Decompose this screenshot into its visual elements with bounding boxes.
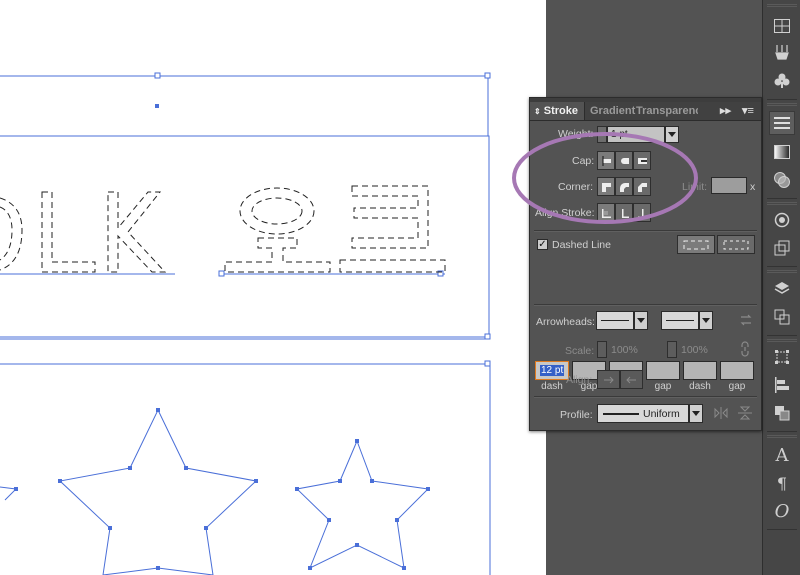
align-outside-icon[interactable] [633, 203, 651, 222]
weight-input[interactable]: 1 pt [607, 126, 665, 143]
opentype-icon[interactable]: O [769, 499, 795, 523]
end-scale-stepper[interactable] [667, 341, 677, 358]
panel-menu-icon[interactable]: ▾≡ [742, 102, 754, 120]
limit-input[interactable] [711, 177, 747, 194]
round-join-icon[interactable] [615, 177, 633, 196]
selection-handle [484, 72, 491, 79]
stroke-panel-icon[interactable] [769, 111, 795, 135]
align-center-icon[interactable] [597, 203, 615, 222]
tab-stroke[interactable]: ⇕ Stroke [530, 102, 586, 120]
artwork [0, 72, 491, 575]
align-label: Align: [566, 374, 593, 386]
corner-label: Corner: [558, 181, 594, 193]
dash-label: dash [689, 381, 711, 392]
start-arrowhead-dropdown[interactable] [634, 311, 648, 330]
stars [0, 408, 430, 575]
round-cap-icon[interactable] [615, 151, 633, 170]
align-stroke-label: Align Stroke: [535, 207, 595, 219]
tab-transparency[interactable]: Transparency [636, 102, 698, 120]
selection-handle [154, 72, 161, 79]
dash-3-input[interactable] [683, 361, 717, 380]
bevel-join-icon[interactable] [633, 177, 651, 196]
dashed-line-label: Dashed Line [552, 239, 611, 251]
extend-arrow-tip-icon[interactable] [597, 370, 620, 389]
star-anchor-points [14, 408, 430, 570]
large-star [58, 408, 258, 575]
weight-label: Weight: [558, 128, 594, 140]
graphic-styles-icon[interactable] [769, 236, 795, 260]
dashed-text [0, 185, 446, 273]
arrow-align-buttons [597, 370, 643, 389]
end-arrowhead-dropdown[interactable] [699, 311, 713, 330]
appearance-icon[interactable] [769, 208, 795, 232]
partial-star [0, 486, 18, 501]
align-icon[interactable] [769, 373, 795, 397]
text-frame [0, 135, 490, 338]
tab-gradient[interactable]: Gradient [590, 102, 635, 120]
swap-arrowheads-icon[interactable] [739, 313, 753, 330]
brushes-icon[interactable] [769, 40, 795, 64]
butt-cap-icon[interactable] [597, 151, 615, 170]
align-dash-icon[interactable] [717, 235, 755, 254]
gap-3-input[interactable] [720, 361, 754, 380]
center-point [155, 104, 159, 108]
align-inside-icon[interactable] [615, 203, 633, 222]
link-scale-icon[interactable] [737, 341, 753, 360]
end-arrowhead-select[interactable] [661, 311, 699, 330]
preserve-dash-icon[interactable] [677, 235, 715, 254]
panel-tab-bar: ⇕ Stroke Gradient Transparency ▸▸ ▾≡ [530, 102, 761, 121]
align-stroke-buttons [597, 203, 651, 222]
dash-label: dash [541, 381, 563, 392]
end-scale-value[interactable]: 100% [681, 344, 708, 356]
projecting-cap-icon[interactable] [633, 151, 651, 170]
pathfinder-icon[interactable] [769, 401, 795, 425]
profile-label: Profile: [560, 409, 593, 421]
paragraph-icon[interactable]: ¶ [769, 471, 795, 495]
limit-suffix: x [750, 181, 756, 193]
artboard-canvas[interactable] [0, 0, 546, 575]
profile-select[interactable]: Uniform [597, 404, 689, 423]
limit-label: Limit: [682, 181, 708, 193]
place-arrow-tip-icon[interactable] [620, 370, 643, 389]
stroke-panel: ⇕ Stroke Gradient Transparency ▸▸ ▾≡ Wei… [529, 97, 762, 431]
weight-stepper[interactable] [597, 126, 607, 143]
stars-frame [0, 363, 491, 575]
character-icon[interactable]: A [769, 443, 795, 467]
layers-icon[interactable] [769, 277, 795, 301]
dashed-line-checkbox[interactable]: ✓ [537, 239, 548, 250]
weight-dropdown[interactable] [665, 126, 679, 143]
start-scale-value[interactable]: 100% [611, 344, 638, 356]
dash-1-input[interactable]: 12 pt [535, 361, 569, 380]
arrowheads-label: Arrowheads: [536, 316, 595, 328]
gap-label: gap [728, 381, 746, 392]
transparency-icon[interactable] [769, 168, 795, 192]
gradient-icon[interactable] [769, 140, 795, 164]
gap-label: gap [654, 381, 672, 392]
collapse-panel-icon[interactable]: ▸▸ [720, 102, 731, 120]
selection-bounding-box [0, 75, 489, 137]
transform-icon[interactable] [769, 345, 795, 369]
artboards-icon[interactable] [769, 305, 795, 329]
swatches-icon[interactable] [769, 14, 795, 38]
cap-buttons [597, 151, 651, 170]
gap-2-input[interactable] [646, 361, 680, 380]
selection-handle [484, 333, 491, 340]
flip-horizontal-icon[interactable] [714, 407, 728, 422]
cap-label: Cap: [572, 155, 595, 167]
flip-vertical-icon[interactable] [738, 406, 752, 423]
scale-label: Scale: [565, 345, 595, 357]
corner-buttons [597, 177, 651, 196]
start-arrowhead-select[interactable] [596, 311, 634, 330]
profile-dropdown[interactable] [689, 404, 703, 423]
panel-dock: A ¶ O [762, 0, 800, 575]
symbols-icon[interactable] [769, 68, 795, 92]
small-star [295, 439, 430, 570]
start-scale-stepper[interactable] [597, 341, 607, 358]
miter-join-icon[interactable] [597, 177, 615, 196]
